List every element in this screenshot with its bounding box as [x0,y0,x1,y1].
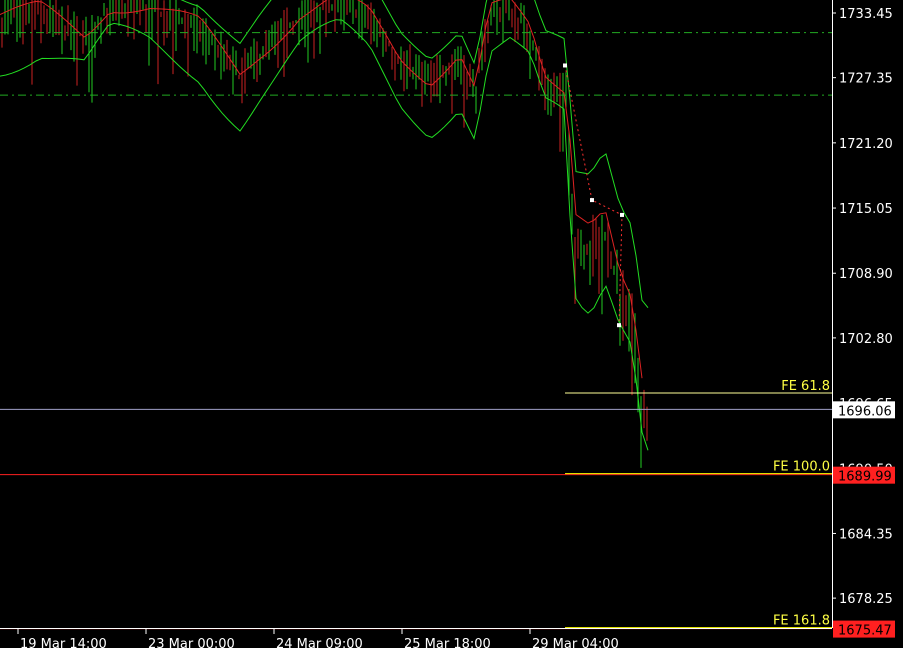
fe-level-label: FE 161.8 [773,614,830,629]
fe-level-label: FE 61.8 [781,379,830,394]
x-tick-label: 24 Mar 09:00 [276,637,363,648]
y-tick-label: 1702.80 [839,332,893,347]
price-chart: FE 61.8FE 100.0FE 161.8 1733.451727.3517… [0,0,895,648]
candles [1,0,648,468]
zigzag-line [564,65,623,326]
current-price-label: 1696.06 [838,404,892,419]
y-tick-label: 1721.20 [839,137,893,152]
swing-point [590,198,594,203]
moving-average-line [0,0,643,379]
x-tick-label: 29 Mar 04:00 [532,637,619,648]
y-tick-label: 1715.05 [839,202,893,217]
fe-level-label: FE 100.0 [773,460,830,475]
y-tick-label: 1733.45 [839,7,893,22]
bollinger-upper-line [180,0,649,309]
y-tick-label: 1708.90 [839,267,893,282]
fe-price-label: 1675.47 [838,624,892,639]
series-layer [0,0,649,468]
swing-point [620,212,624,217]
y-tick-label: 1727.35 [839,72,893,87]
x-tick-label: 23 Mar 00:00 [148,637,235,648]
fe-price-label: 1689.99 [838,470,892,485]
levels-layer: FE 61.8 FE 100.0 FE 161.8 [0,32,832,630]
axis-layer: 1733.45 1727.35 1721.20 1715.05 1708.90 1702.… [0,0,895,648]
x-tick-label: 25 Mar 18:00 [404,637,491,648]
swing-point [617,323,621,328]
x-tick-label: 19 Mar 14:00 [20,637,107,648]
swing-point [563,63,567,68]
y-tick-label: 1684.35 [839,527,893,542]
y-tick-label: 1678.25 [839,592,893,607]
